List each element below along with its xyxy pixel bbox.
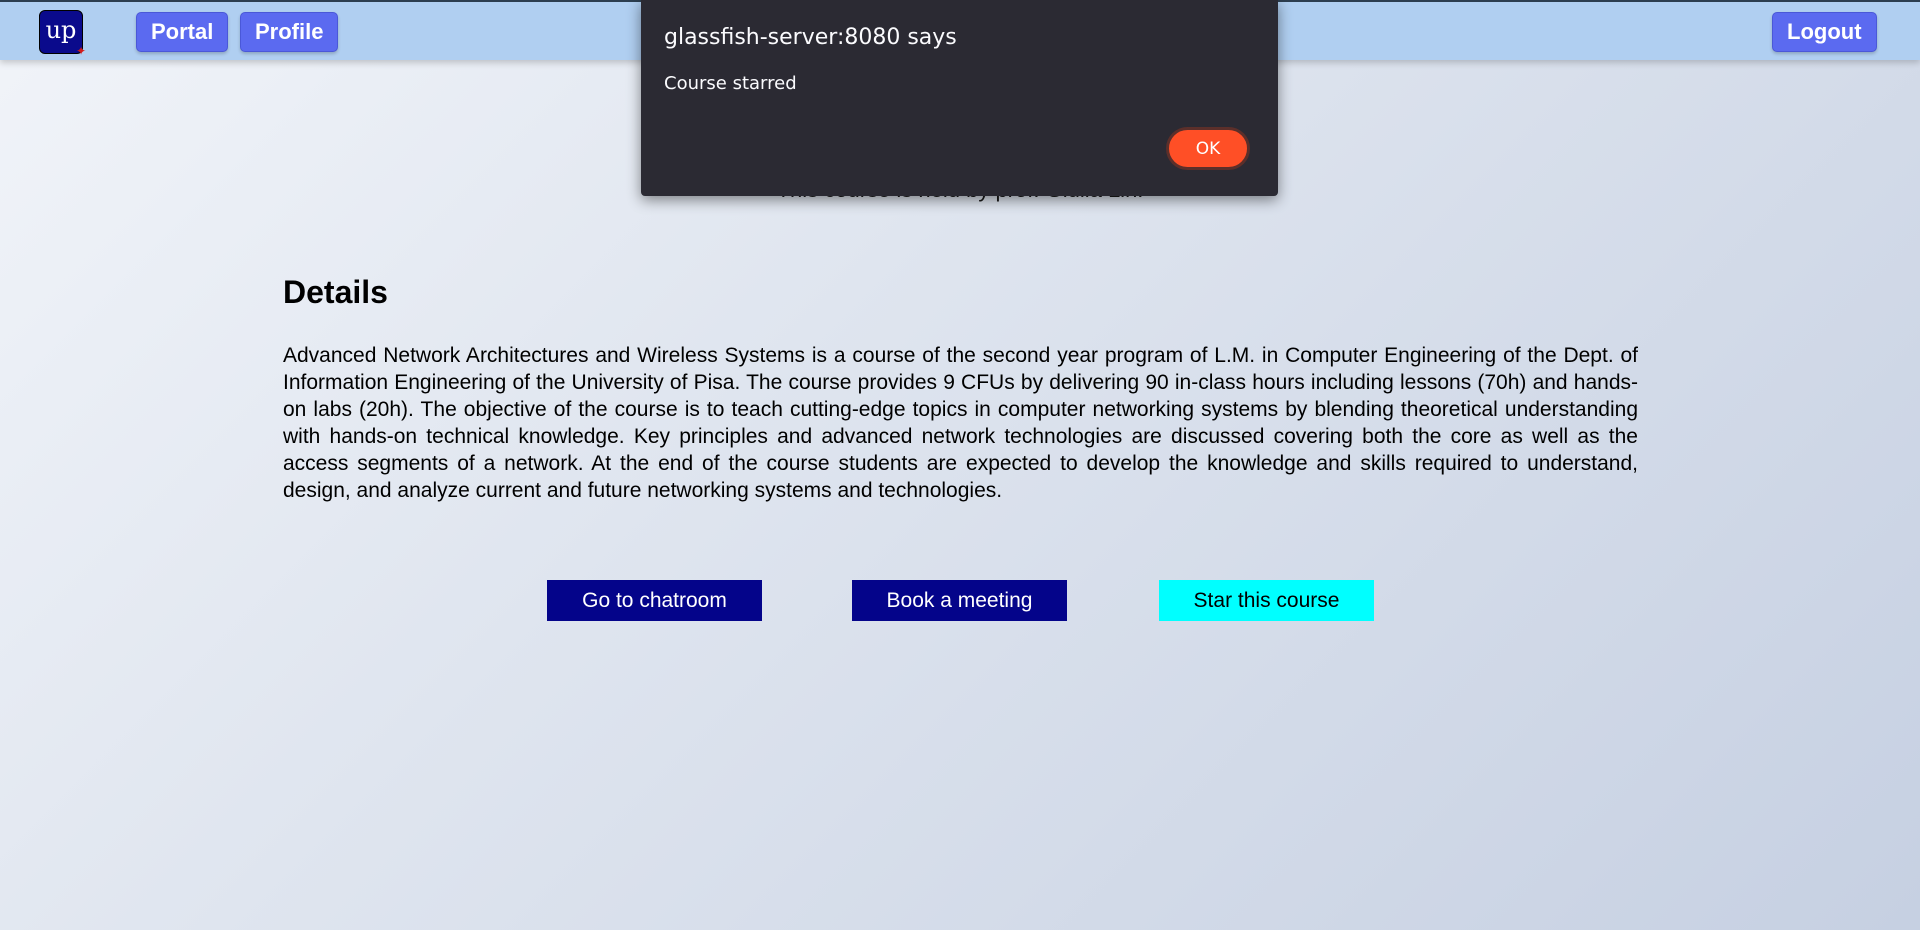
app-logo[interactable]: up ✦	[39, 10, 86, 58]
logout-button[interactable]: Logout	[1772, 12, 1877, 52]
dialog-title: glassfish-server:8080 says	[664, 25, 957, 50]
star-course-button[interactable]: Star this course	[1159, 580, 1374, 621]
profile-button[interactable]: Profile	[240, 12, 339, 52]
details-heading: Details	[283, 274, 388, 310]
portal-button[interactable]: Portal	[136, 12, 229, 52]
details-description: Advanced Network Architectures and Wirel…	[283, 344, 1638, 502]
dialog-ok-button[interactable]: OK	[1166, 127, 1250, 170]
book-meeting-button[interactable]: Book a meeting	[852, 580, 1067, 621]
logo-text: up	[45, 16, 77, 44]
logo-star-icon: ✦	[75, 44, 86, 58]
go-to-chatroom-button[interactable]: Go to chatroom	[547, 580, 762, 621]
alert-dialog: glassfish-server:8080 says Course starre…	[641, 0, 1278, 196]
dialog-message: Course starred	[664, 73, 797, 94]
